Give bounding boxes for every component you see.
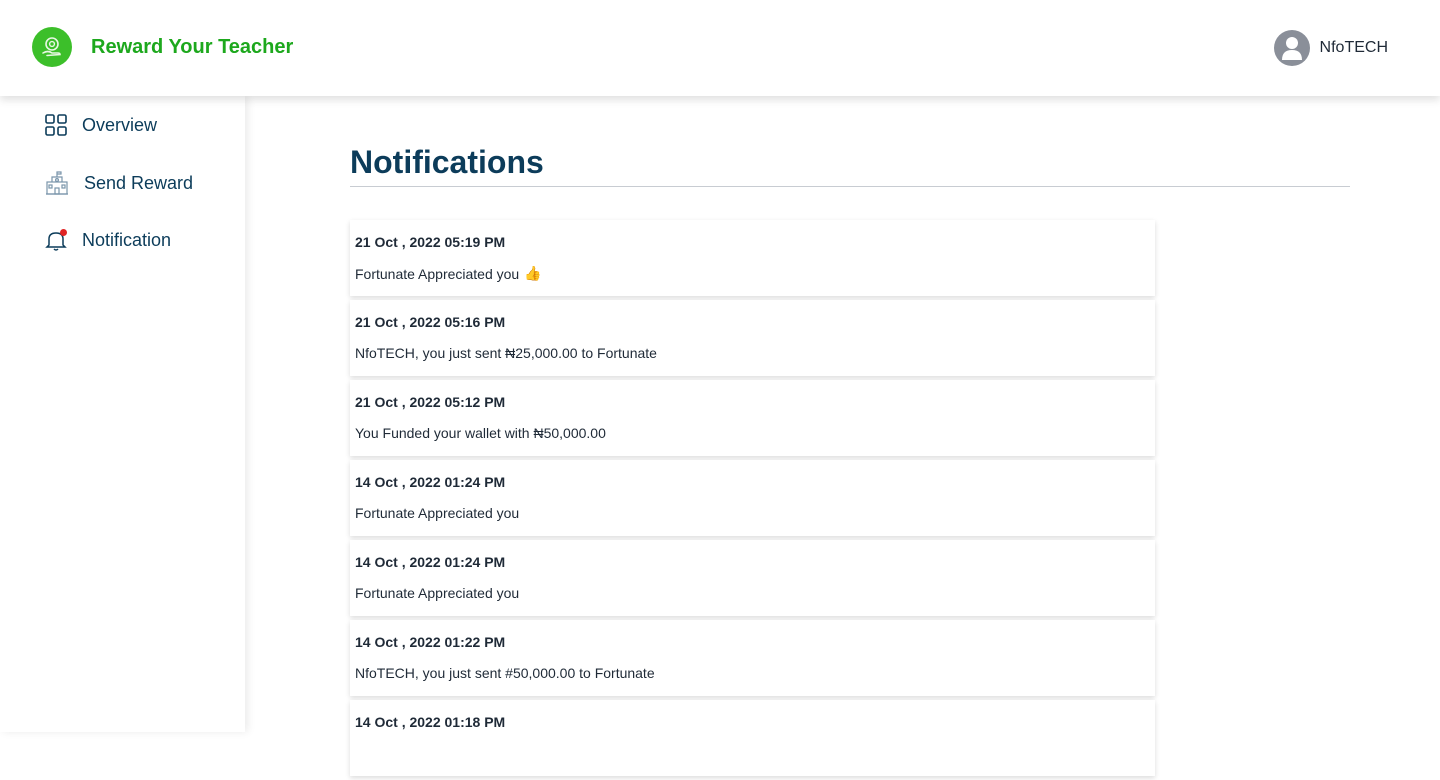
avatar[interactable]: [1273, 30, 1310, 66]
notification-list: 21 Oct , 2022 05:19 PM Fortunate Appreci…: [350, 220, 1155, 780]
notification-card[interactable]: 21 Oct , 2022 05:12 PM You Funded your w…: [350, 380, 1155, 456]
sidebar-item-label: Notification: [82, 229, 172, 250]
notification-card[interactable]: 14 Oct , 2022 01:18 PM: [350, 700, 1155, 776]
notification-card[interactable]: 14 Oct , 2022 01:22 PM NfoTECH, you just…: [350, 620, 1155, 696]
top-bar: Reward Your Teacher NfoTECH: [0, 0, 1440, 96]
notification-date: 21 Oct , 2022 05:16 PM: [355, 314, 506, 330]
notification-message: NfoTECH, you just sent ₦25,000.00 to For…: [355, 345, 657, 361]
user-name[interactable]: NfoTECH: [1320, 39, 1388, 57]
sidebar-item-send-reward[interactable]: Send Reward: [44, 170, 193, 196]
logo-icon[interactable]: [32, 27, 72, 67]
bell-icon: [44, 228, 68, 252]
sidebar-item-notification[interactable]: Notification: [44, 228, 171, 252]
sidebar: Overview Send Reward Notification: [0, 96, 245, 732]
notification-message: Fortunate Appreciated you: [355, 505, 520, 521]
notification-message: You Funded your wallet with ₦50,000.00: [355, 425, 606, 441]
notification-text: Fortunate Appreciated you: [355, 265, 520, 282]
sidebar-item-overview[interactable]: Overview: [44, 113, 157, 137]
divider: [350, 186, 1350, 187]
page-title: Notifications: [350, 144, 544, 180]
notification-date: 14 Oct , 2022 01:18 PM: [355, 714, 506, 730]
sidebar-item-label: Overview: [82, 114, 158, 135]
notification-date: 21 Oct , 2022 05:12 PM: [355, 394, 506, 410]
notification-date: 14 Oct , 2022 01:22 PM: [355, 634, 506, 650]
notification-card[interactable]: 21 Oct , 2022 05:16 PM NfoTECH, you just…: [350, 300, 1155, 376]
thumbs-up-icon: 👍: [524, 265, 542, 281]
notification-date: 21 Oct , 2022 05:19 PM: [355, 234, 506, 250]
school-building-icon: [44, 170, 70, 196]
notification-message: Fortunate Appreciated you: [355, 585, 520, 601]
notification-date: 14 Oct , 2022 01:24 PM: [355, 474, 506, 490]
brand-title[interactable]: Reward Your Teacher: [91, 36, 293, 59]
notification-message: NfoTECH, you just sent #50,000.00 to For…: [355, 665, 655, 681]
sidebar-item-label: Send Reward: [84, 172, 194, 193]
notification-card[interactable]: 14 Oct , 2022 01:24 PM Fortunate Appreci…: [350, 540, 1155, 616]
notification-card[interactable]: 14 Oct , 2022 01:24 PM Fortunate Appreci…: [350, 460, 1155, 536]
user-menu[interactable]: NfoTECH: [1273, 30, 1388, 66]
grid-icon: [44, 113, 68, 137]
notification-card[interactable]: 21 Oct , 2022 05:19 PM Fortunate Appreci…: [350, 220, 1155, 296]
notification-date: 14 Oct , 2022 01:24 PM: [355, 554, 506, 570]
notification-badge: [60, 229, 67, 236]
notification-message: Fortunate Appreciated you 👍: [355, 265, 1150, 282]
